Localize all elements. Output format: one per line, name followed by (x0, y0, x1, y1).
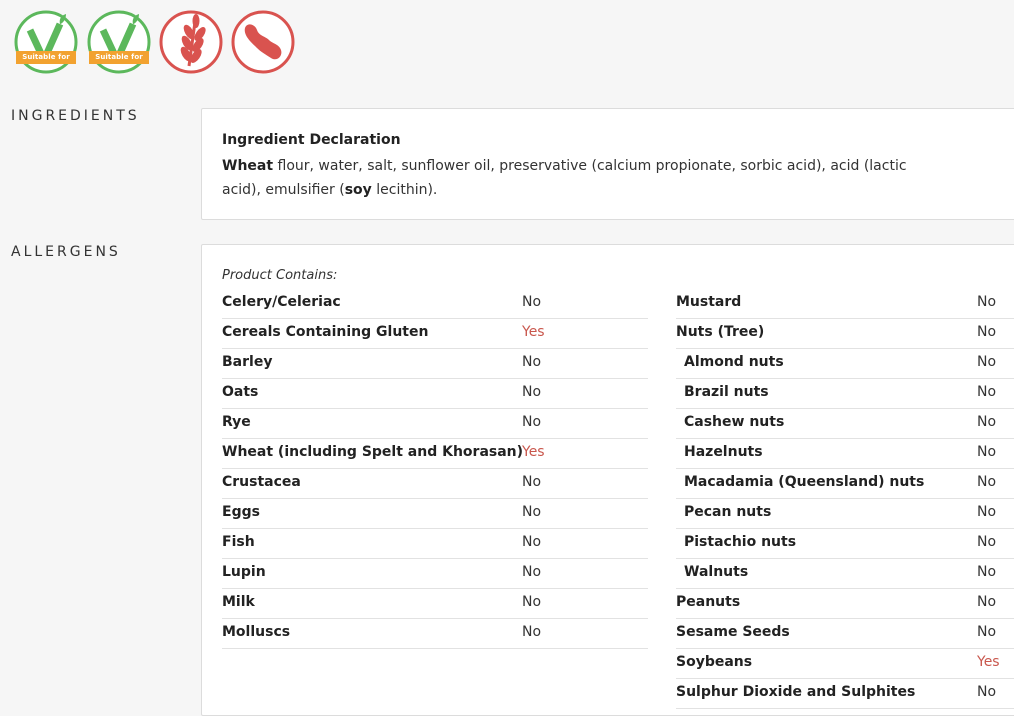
allergen-value: No (977, 684, 997, 700)
allergen-row: Peanuts No (676, 589, 1014, 619)
allergen-row: Cashew nuts No (676, 409, 1014, 439)
allergen-name: Macadamia (Queensland) nuts (684, 474, 925, 490)
allergen-value: Yes (977, 654, 1000, 670)
ingredients-panel: Ingredient Declaration Wheat flour, wate… (201, 108, 1014, 220)
allergen-highlight: soy (344, 182, 372, 198)
allergen-value: No (977, 624, 997, 640)
allergen-value: No (522, 564, 542, 580)
allergen-name: Peanuts (676, 594, 741, 610)
allergen-row: Milk No (222, 589, 648, 619)
soy-icon (231, 10, 295, 74)
allergen-value: No (522, 594, 542, 610)
allergen-name: Fish (222, 534, 255, 550)
allergen-value: No (977, 324, 997, 340)
allergen-row: Mustard No (676, 289, 1014, 319)
allergen-row: Pecan nuts No (676, 499, 1014, 529)
allergen-row: Rye No (222, 409, 648, 439)
allergen-row: Pistachio nuts No (676, 529, 1014, 559)
allergen-name: Pistachio nuts (684, 534, 797, 550)
allergen-name: Mustard (676, 294, 742, 310)
allergen-name: Pecan nuts (684, 504, 772, 520)
allergen-row: Molluscs No (222, 619, 648, 649)
allergen-row: Fish No (222, 529, 648, 559)
vegan-icon: Suitable for (87, 10, 151, 74)
allergen-name: Cashew nuts (684, 414, 785, 430)
allergen-value: Yes (522, 444, 545, 460)
allergen-value: No (977, 414, 997, 430)
allergen-name: Cereals Containing Gluten (222, 324, 429, 340)
allergen-list-right: Mustard No Nuts (Tree) No Almond nuts No Brazi… (676, 289, 1014, 709)
allergen-row: Lupin No (222, 559, 648, 589)
suitable-for-label: Suitable for (16, 51, 76, 64)
allergen-name: Soybeans (676, 654, 753, 670)
vegetarian-icon: Suitable for (14, 10, 78, 74)
allergens-title: ALLERGENS (11, 244, 121, 260)
allergen-value: No (522, 414, 542, 430)
allergen-row: Cereals Containing Gluten Yes (222, 319, 648, 349)
allergen-name: Lupin (222, 564, 266, 580)
allergen-row: Sesame Seeds No (676, 619, 1014, 649)
allergen-value: No (522, 354, 542, 370)
allergen-highlight: Wheat (222, 158, 274, 174)
allergen-value: No (977, 384, 997, 400)
allergen-value: No (522, 534, 542, 550)
allergen-row: Almond nuts No (676, 349, 1014, 379)
allergen-name: Hazelnuts (684, 444, 763, 460)
allergen-name: Molluscs (222, 624, 291, 640)
allergen-row: Oats No (222, 379, 648, 409)
allergen-row: Eggs No (222, 499, 648, 529)
allergen-row: Crustacea No (222, 469, 648, 499)
allergen-name: Barley (222, 354, 273, 370)
allergen-row: Barley No (222, 349, 648, 379)
allergen-value: No (522, 294, 542, 310)
suitable-for-label: Suitable for (89, 51, 149, 64)
allergen-name: Wheat (including Spelt and Khorasan) (222, 444, 524, 460)
ingredients-title: INGREDIENTS (11, 108, 140, 124)
allergen-value: No (522, 384, 542, 400)
allergen-row: Walnuts No (676, 559, 1014, 589)
allergens-panel: Product Contains: Celery/Celeriac No Cerea… (201, 244, 1014, 716)
allergen-value: No (522, 474, 542, 490)
allergen-name: Almond nuts (684, 354, 784, 370)
allergen-value: No (977, 294, 997, 310)
allergen-value: No (522, 624, 542, 640)
allergen-name: Crustacea (222, 474, 301, 490)
allergen-value: No (977, 474, 997, 490)
allergen-row: Soybeans Yes (676, 649, 1014, 679)
allergen-row: Nuts (Tree) No (676, 319, 1014, 349)
allergen-name: Rye (222, 414, 251, 430)
ingredient-declaration-heading: Ingredient Declaration (222, 132, 401, 148)
allergen-name: Sesame Seeds (676, 624, 790, 640)
wheat-icon (159, 10, 223, 74)
allergen-row: Celery/Celeriac No (222, 289, 648, 319)
allergen-name: Celery/Celeriac (222, 294, 341, 310)
allergen-value: No (977, 534, 997, 550)
allergen-name: Oats (222, 384, 259, 400)
allergen-name: Milk (222, 594, 255, 610)
allergen-value: No (977, 594, 997, 610)
allergen-row: Macadamia (Queensland) nuts No (676, 469, 1014, 499)
allergen-row: Brazil nuts No (676, 379, 1014, 409)
allergen-name: Nuts (Tree) (676, 324, 765, 340)
allergen-row: Hazelnuts No (676, 439, 1014, 469)
allergen-value: No (977, 354, 997, 370)
allergen-name: Brazil nuts (684, 384, 769, 400)
product-contains-label: Product Contains: (222, 268, 338, 283)
allergen-name: Eggs (222, 504, 260, 520)
ingredient-text-part: lecithin). (371, 182, 438, 198)
allergen-value: No (522, 504, 542, 520)
ingredient-declaration-text: Wheat flour, water, salt, sunflower oil,… (222, 154, 942, 202)
allergen-value: No (977, 564, 997, 580)
allergen-name: Walnuts (684, 564, 749, 580)
allergen-value: Yes (522, 324, 545, 340)
allergen-value: No (977, 504, 997, 520)
allergen-list-left: Celery/Celeriac No Cereals Containing Glut… (222, 289, 648, 649)
allergen-value: No (977, 444, 997, 460)
allergen-row: Wheat (including Spelt and Khorasan) Yes (222, 439, 648, 469)
ingredient-text-part: flour, water, salt, sunflower oil, prese… (222, 158, 907, 198)
allergen-name: Sulphur Dioxide and Sulphites (676, 684, 916, 700)
